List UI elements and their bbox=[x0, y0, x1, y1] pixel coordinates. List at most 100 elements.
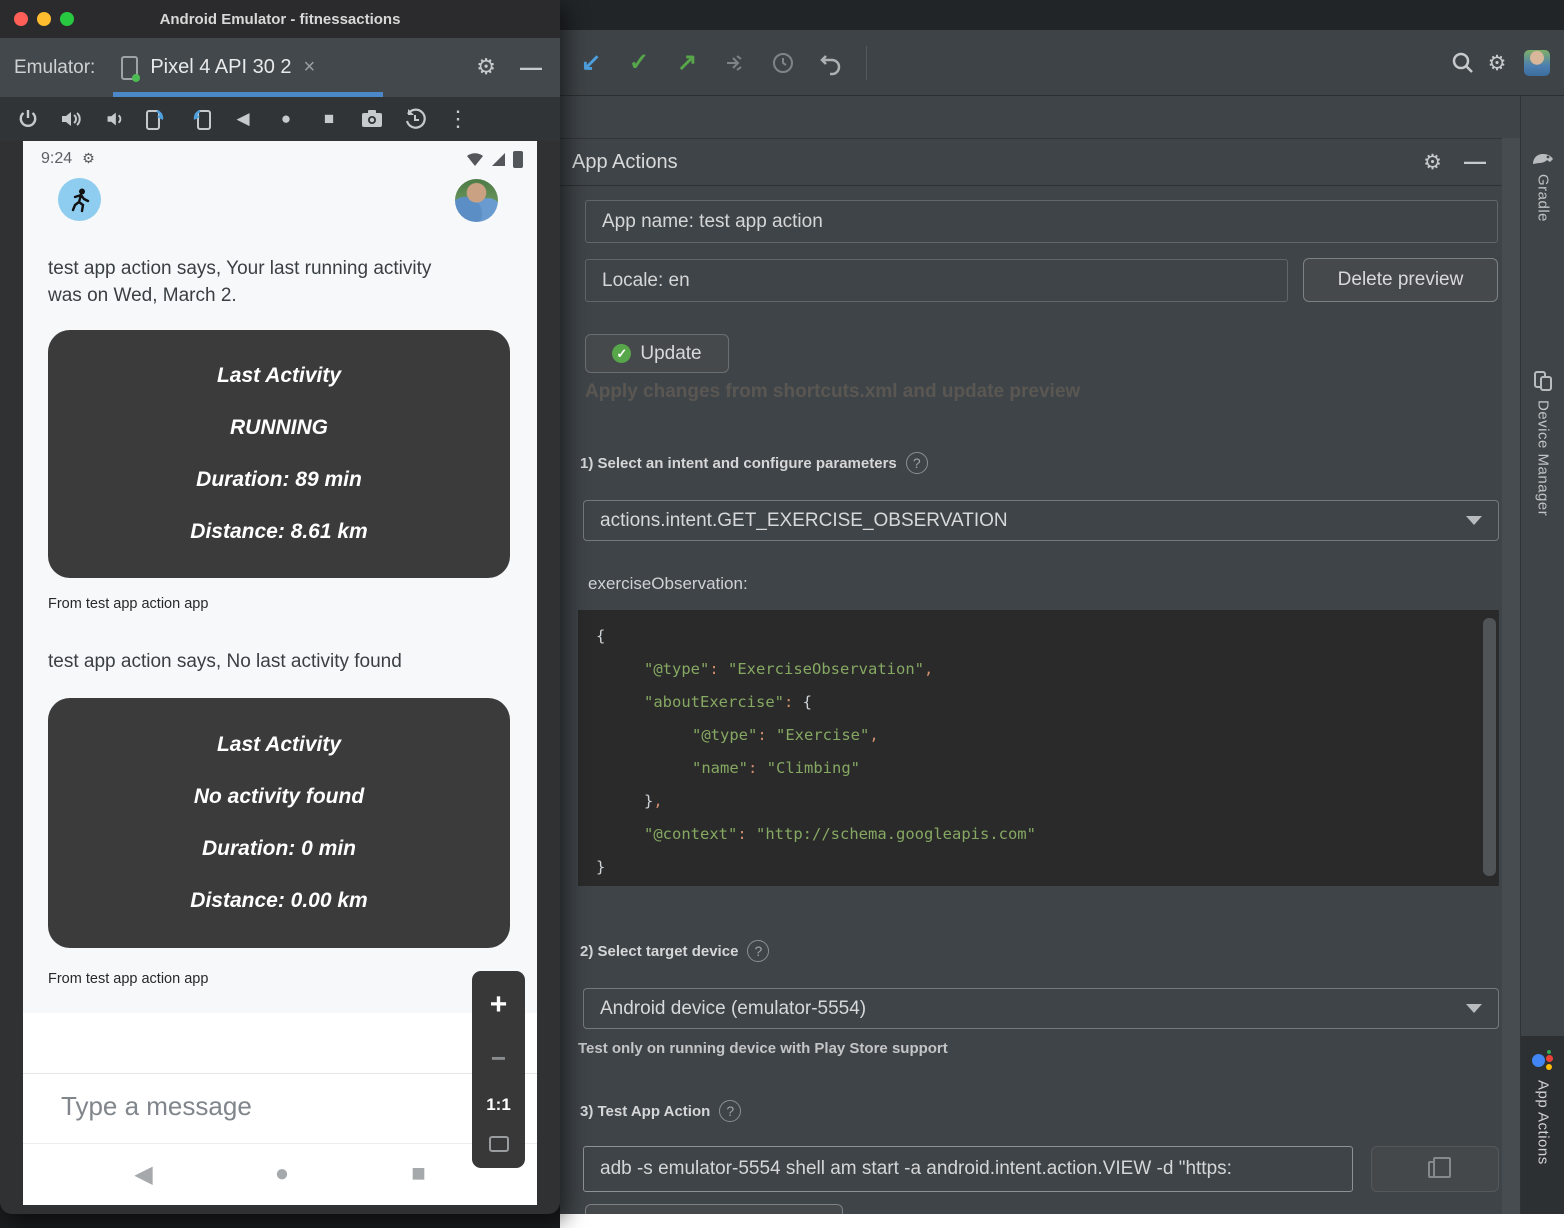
zoom-reset-button[interactable]: 1:1 bbox=[486, 1095, 511, 1115]
nav-home-icon[interactable]: ● bbox=[275, 1160, 290, 1188]
panel-minimize-icon[interactable]: — bbox=[1464, 149, 1486, 175]
from-app-label: From test app action app bbox=[48, 971, 208, 987]
help-icon[interactable]: ? bbox=[906, 452, 928, 474]
help-icon[interactable]: ? bbox=[719, 1100, 741, 1122]
section1-label: 1) Select an intent and configure parame… bbox=[580, 452, 928, 474]
device-note: Test only on running device with Play St… bbox=[578, 1040, 948, 1057]
tab-app-actions[interactable]: App Actions bbox=[1521, 1036, 1564, 1228]
device-manager-icon bbox=[1532, 370, 1554, 392]
emulator-settings-gear-icon[interactable]: ⚙ bbox=[476, 55, 496, 80]
minimize-window-button[interactable] bbox=[37, 12, 51, 26]
card-line: Distance: 8.61 km bbox=[190, 520, 367, 544]
section3-label: 3) Test App Action ? bbox=[580, 1100, 741, 1122]
attach-debugger-icon[interactable] bbox=[718, 46, 752, 80]
tab-app-actions-label: App Actions bbox=[1535, 1080, 1552, 1165]
emulator-controls-toolbar: ◀ ● ■ ⋮ bbox=[0, 97, 560, 141]
copy-command-button[interactable] bbox=[1371, 1146, 1499, 1192]
adb-command-field[interactable] bbox=[583, 1146, 1353, 1192]
code-scrollbar[interactable] bbox=[1483, 618, 1496, 876]
phone-screen: 9:24 ⚙ test app action says, Your last r… bbox=[23, 141, 537, 1205]
profile-avatar[interactable] bbox=[1524, 50, 1550, 76]
volume-up-icon[interactable] bbox=[56, 104, 86, 134]
section3-text: 3) Test App Action bbox=[580, 1103, 710, 1120]
wifi-icon bbox=[466, 152, 484, 167]
back-icon[interactable]: ◀ bbox=[228, 104, 258, 134]
user-avatar bbox=[455, 179, 498, 222]
app-actions-panel-header: App Actions ⚙ — bbox=[560, 138, 1502, 186]
card-line: Last Activity bbox=[217, 364, 341, 388]
panel-scrollbar[interactable] bbox=[1502, 138, 1520, 1214]
volume-down-icon[interactable] bbox=[99, 104, 129, 134]
update-hint-text: Apply changes from shortcuts.xml and upd… bbox=[585, 381, 1080, 403]
message-input[interactable] bbox=[61, 1091, 441, 1122]
zoom-in-button[interactable]: + bbox=[490, 988, 508, 1022]
section1-text: 1) Select an intent and configure parame… bbox=[580, 455, 897, 472]
android-emulator-window: Android Emulator - fitnessactions Emulat… bbox=[0, 0, 560, 1214]
screenshot-camera-icon[interactable] bbox=[357, 104, 387, 134]
app-name-field[interactable] bbox=[585, 200, 1498, 243]
emulator-label: Emulator: bbox=[14, 57, 95, 79]
tab-gradle[interactable]: Gradle bbox=[1521, 150, 1564, 222]
rotate-right-icon[interactable] bbox=[185, 104, 215, 134]
home-icon[interactable]: ● bbox=[271, 104, 301, 134]
background-window-strip bbox=[560, 1214, 1564, 1228]
undo-icon[interactable] bbox=[814, 46, 848, 80]
fit-to-window-icon[interactable] bbox=[489, 1136, 509, 1152]
nav-overview-icon[interactable]: ■ bbox=[411, 1160, 426, 1188]
snapshots-icon[interactable] bbox=[400, 104, 430, 134]
delete-preview-button[interactable]: Delete preview bbox=[1303, 258, 1498, 302]
delete-preview-label: Delete preview bbox=[1338, 269, 1464, 291]
update-button[interactable]: ✓ Update bbox=[585, 334, 729, 373]
status-gear-icon: ⚙ bbox=[82, 151, 95, 167]
tab-device-manager[interactable]: Device Manager bbox=[1521, 370, 1564, 516]
overview-icon[interactable]: ■ bbox=[314, 104, 344, 134]
step-into-icon[interactable]: ↙ bbox=[574, 46, 608, 80]
window-title: Android Emulator - fitnessactions bbox=[0, 11, 560, 28]
studio-titlebar bbox=[560, 0, 1564, 30]
gradle-elephant-icon bbox=[1531, 150, 1555, 166]
more-options-icon[interactable]: ⋮ bbox=[443, 104, 473, 134]
power-icon[interactable] bbox=[13, 104, 43, 134]
target-device-dropdown[interactable]: Android device (emulator-5554) bbox=[583, 988, 1499, 1029]
card-line: No activity found bbox=[194, 785, 364, 809]
activity-card: Last Activity RUNNING Duration: 89 min D… bbox=[48, 330, 510, 578]
device-tab[interactable]: Pixel 4 API 30 2 × bbox=[121, 38, 315, 97]
code-line: "name": "Climbing" bbox=[596, 752, 1499, 785]
zoom-out-button[interactable]: − bbox=[491, 1043, 506, 1074]
card-line: Distance: 0.00 km bbox=[190, 889, 367, 913]
panel-gear-icon[interactable]: ⚙ bbox=[1423, 150, 1442, 174]
chevron-down-icon bbox=[1466, 1004, 1482, 1013]
settings-gear-icon[interactable]: ⚙ bbox=[1480, 46, 1514, 80]
rotate-left-icon[interactable] bbox=[142, 104, 172, 134]
copy-icon bbox=[1428, 1161, 1442, 1178]
code-line: "aboutExercise": { bbox=[596, 686, 1499, 719]
from-app-label: From test app action app bbox=[48, 596, 208, 612]
intent-parameters-code-editor[interactable]: { "@type": "ExerciseObservation", "about… bbox=[578, 610, 1499, 886]
locale-field[interactable] bbox=[585, 259, 1288, 302]
zoom-window-button[interactable] bbox=[60, 12, 74, 26]
device-tab-title: Pixel 4 API 30 2 bbox=[150, 56, 291, 79]
android-nav-bar: ◀ ● ■ bbox=[23, 1143, 537, 1205]
emulator-minimize-icon[interactable]: — bbox=[520, 55, 542, 81]
nav-back-icon[interactable]: ◀ bbox=[134, 1160, 152, 1189]
history-clock-icon[interactable] bbox=[766, 46, 800, 80]
input-divider bbox=[23, 1073, 537, 1074]
tab-device-manager-label: Device Manager bbox=[1535, 400, 1552, 516]
emulator-zoom-controls: + − 1:1 bbox=[472, 971, 525, 1168]
close-tab-icon[interactable]: × bbox=[304, 56, 316, 79]
studio-toolbar: ↙ ✓ ↗ ⚙ bbox=[560, 30, 1564, 96]
code-line: "@context": "http://schema.googleapis.co… bbox=[596, 818, 1499, 851]
code-line: { bbox=[596, 620, 1499, 653]
intent-dropdown[interactable]: actions.intent.GET_EXERCISE_OBSERVATION bbox=[583, 500, 1499, 541]
code-line: "@type": "Exercise", bbox=[596, 719, 1499, 752]
card-line: Last Activity bbox=[217, 733, 341, 757]
code-line: } bbox=[596, 851, 1499, 884]
search-icon[interactable] bbox=[1446, 46, 1480, 80]
chat-message: test app action says, Your last running … bbox=[48, 255, 448, 309]
status-bar: 9:24 ⚙ bbox=[23, 141, 537, 177]
run-check-icon[interactable]: ✓ bbox=[622, 46, 656, 80]
help-icon[interactable]: ? bbox=[747, 940, 769, 962]
close-window-button[interactable] bbox=[14, 12, 28, 26]
profiler-arrow-icon[interactable]: ↗ bbox=[670, 46, 704, 80]
card-line: RUNNING bbox=[230, 416, 328, 440]
